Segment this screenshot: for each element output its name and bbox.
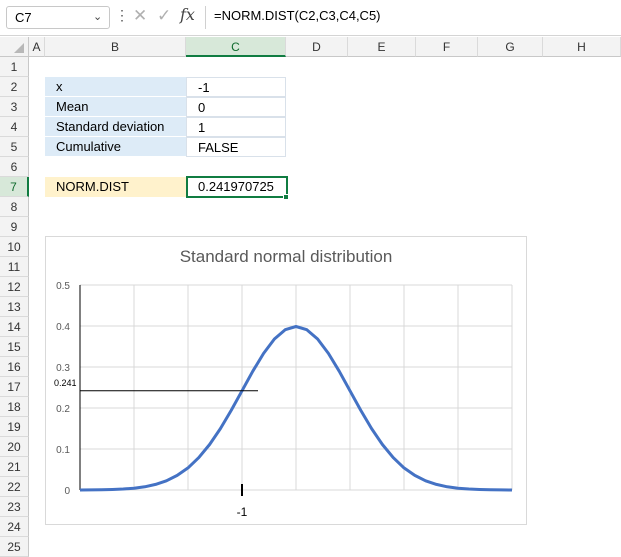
row-header-20[interactable]: 20: [0, 437, 29, 457]
column-header-e[interactable]: E: [348, 37, 416, 57]
input-label-cell[interactable]: Standard deviation: [45, 117, 186, 137]
result-label-cell[interactable]: NORM.DIST: [45, 177, 186, 197]
marker-x-label: -1: [237, 505, 248, 519]
more-options-icon[interactable]: ⋮: [115, 7, 129, 24]
input-value-cell[interactable]: -1: [186, 77, 286, 97]
row-header-10[interactable]: 10: [0, 237, 29, 257]
row-header-4[interactable]: 4: [0, 117, 29, 137]
row-header-17[interactable]: 17: [0, 377, 29, 397]
input-label-cell[interactable]: x: [45, 77, 186, 97]
y-tick-label: 0.3: [56, 363, 70, 374]
column-header-c[interactable]: C: [186, 37, 286, 57]
select-all-icon: [14, 43, 24, 53]
row-header-12[interactable]: 12: [0, 277, 29, 297]
y-tick-label: 0: [64, 486, 70, 497]
row-header-9[interactable]: 9: [0, 217, 29, 237]
column-header-d[interactable]: D: [286, 37, 348, 57]
row-header-13[interactable]: 13: [0, 297, 29, 317]
input-value-cell[interactable]: 0: [186, 97, 286, 117]
row-header-8[interactable]: 8: [0, 197, 29, 217]
cancel-icon[interactable]: ✕: [133, 6, 147, 26]
column-header-g[interactable]: G: [478, 37, 543, 57]
row-header-22[interactable]: 22: [0, 477, 29, 497]
formula-bar-divider: [205, 6, 206, 29]
result-value-cell[interactable]: 0.241970725: [186, 176, 288, 198]
y-tick-label: 0.4: [56, 322, 70, 333]
input-label-cell[interactable]: Cumulative: [45, 137, 186, 157]
chart-title: Standard normal distribution: [179, 247, 393, 266]
enter-icon[interactable]: ✓: [157, 6, 171, 26]
row-header-24[interactable]: 24: [0, 517, 29, 537]
row-header-25[interactable]: 25: [0, 537, 29, 557]
row-header-19[interactable]: 19: [0, 417, 29, 437]
row-header-11[interactable]: 11: [0, 257, 29, 277]
name-box[interactable]: C7 ⌄: [6, 6, 110, 29]
column-header-h[interactable]: H: [543, 37, 621, 57]
fill-handle[interactable]: [283, 194, 289, 200]
input-value-cell[interactable]: FALSE: [186, 137, 286, 157]
column-header-b[interactable]: B: [45, 37, 186, 57]
row-header-1[interactable]: 1: [0, 57, 29, 77]
row-header-2[interactable]: 2: [0, 77, 29, 97]
formula-input[interactable]: =NORM.DIST(C2,C3,C4,C5): [214, 8, 381, 23]
row-header-7[interactable]: 7: [0, 177, 29, 197]
row-header-18[interactable]: 18: [0, 397, 29, 417]
marker-y-label: 0.241: [54, 378, 77, 388]
row-header-16[interactable]: 16: [0, 357, 29, 377]
chevron-down-icon[interactable]: ⌄: [93, 10, 102, 23]
row-header-5[interactable]: 5: [0, 137, 29, 157]
row-header-14[interactable]: 14: [0, 317, 29, 337]
column-header-f[interactable]: F: [416, 37, 478, 57]
row-header-3[interactable]: 3: [0, 97, 29, 117]
chart-area[interactable]: 0 0.1 0.2 0.3 0.4 0.5 0.241 -1: [45, 236, 527, 525]
insert-function-icon[interactable]: fx: [180, 5, 195, 24]
column-header-a[interactable]: A: [29, 37, 45, 57]
name-box-value: C7: [15, 10, 32, 25]
y-tick-label: 0.2: [56, 404, 70, 415]
row-header-6[interactable]: 6: [0, 157, 29, 177]
row-header-21[interactable]: 21: [0, 457, 29, 477]
input-value-cell[interactable]: 1: [186, 117, 286, 137]
y-tick-label: 0.5: [56, 281, 70, 292]
row-header-23[interactable]: 23: [0, 497, 29, 517]
input-label-cell[interactable]: Mean: [45, 97, 186, 117]
line-chart: 0 0.1 0.2 0.3 0.4 0.5 0.241 -1: [54, 281, 513, 519]
row-header-15[interactable]: 15: [0, 337, 29, 357]
y-tick-label: 0.1: [56, 445, 70, 456]
